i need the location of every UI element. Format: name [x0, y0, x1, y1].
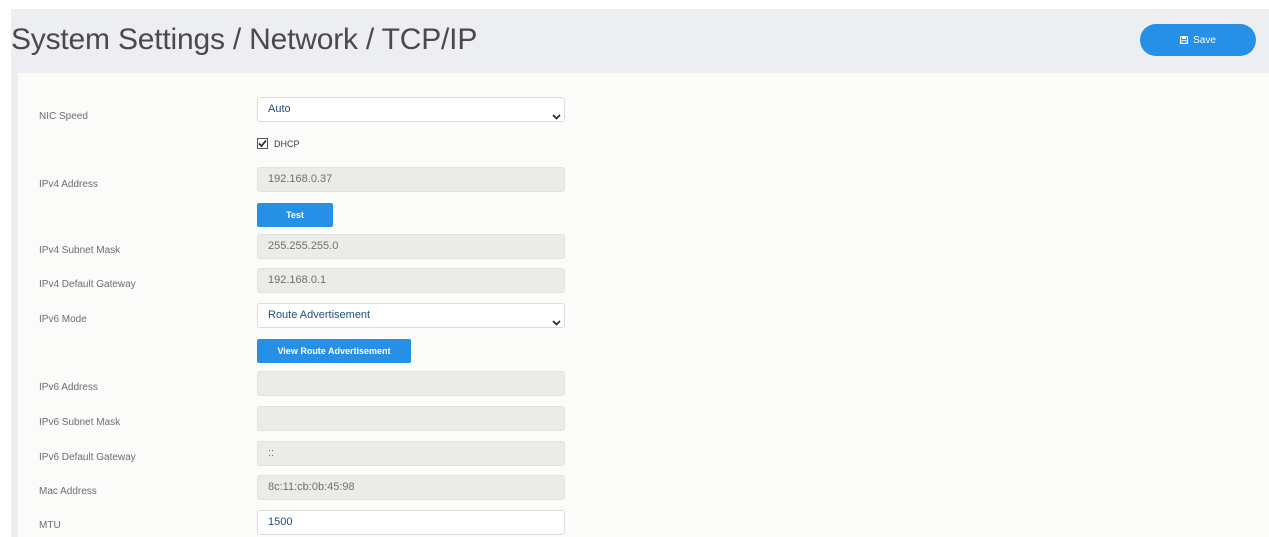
ipv6-address-label: IPv6 Address [39, 382, 98, 393]
ipv4-subnet-mask-label: IPv4 Subnet Mask [39, 245, 121, 256]
view-route-advertisement-button[interactable]: View Route Advertisement [257, 339, 411, 363]
page-title: System Settings / Network / TCP/IP [11, 23, 478, 56]
save-icon [1180, 36, 1189, 44]
ipv6-address-field[interactable] [257, 371, 565, 396]
ipv6-subnet-mask-field[interactable] [257, 406, 565, 431]
ipv4-subnet-mask-field[interactable]: 255.255.255.0 [257, 234, 565, 259]
nic-speed-value: Auto [268, 103, 291, 115]
save-button-label: Save [1193, 34, 1216, 46]
ipv4-default-gateway-field[interactable]: 192.168.0.1 [257, 268, 565, 293]
chevron-down-icon [552, 106, 561, 121]
mtu-field[interactable]: 1500 [257, 510, 565, 535]
ipv6-default-gateway-label: IPv6 Default Gateway [39, 452, 136, 463]
ipv4-default-gateway-label: IPv4 Default Gateway [39, 279, 136, 290]
chevron-down-icon [552, 312, 561, 327]
checkmark-icon [258, 139, 267, 148]
ipv4-address-field[interactable]: 192.168.0.37 [257, 167, 565, 192]
dhcp-label: DHCP [274, 138, 300, 149]
ipv6-mode-label: IPv6 Mode [39, 314, 87, 325]
ipv6-mode-select[interactable]: Route Advertisement [257, 303, 565, 328]
mac-address-label: Mac Address [39, 486, 97, 497]
ipv6-subnet-mask-label: IPv6 Subnet Mask [39, 417, 121, 428]
save-button[interactable]: Save [1140, 24, 1256, 56]
test-button[interactable]: Test [257, 203, 333, 227]
settings-frame: System Settings / Network / TCP/IP Save … [11, 9, 1269, 537]
tcpip-form: NIC Speed Auto DHCP IPv4 Address 192.168… [18, 73, 1269, 537]
mac-address-field[interactable]: 8c:11:cb:0b:45:98 [257, 475, 565, 500]
page-header: System Settings / Network / TCP/IP Save [11, 9, 1269, 73]
mtu-label: MTU [39, 520, 61, 531]
ipv6-mode-value: Route Advertisement [268, 309, 371, 321]
nic-speed-select[interactable]: Auto [257, 97, 565, 122]
ipv4-address-label: IPv4 Address [39, 179, 98, 190]
nic-speed-label: NIC Speed [39, 111, 88, 122]
dhcp-checkbox-row[interactable]: DHCP [257, 138, 300, 149]
ipv6-default-gateway-field[interactable]: :: [257, 441, 565, 466]
dhcp-checkbox[interactable] [257, 138, 268, 149]
